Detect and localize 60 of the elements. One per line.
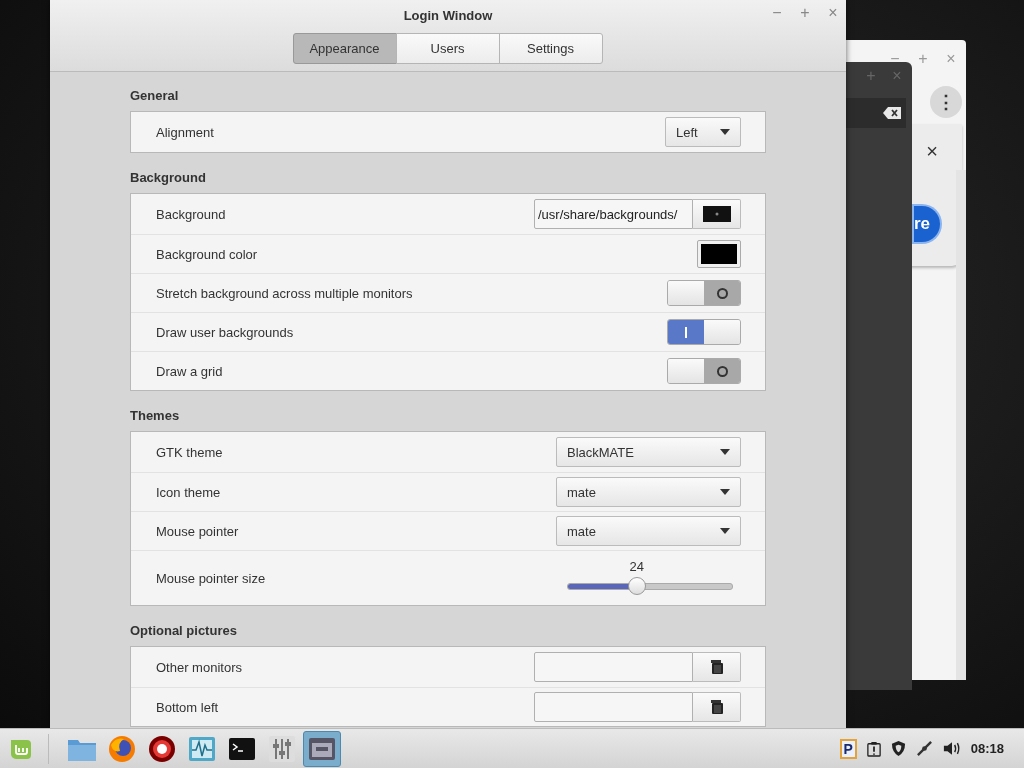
window-title: Login Window bbox=[403, 7, 493, 23]
clock[interactable]: 08:18 bbox=[970, 741, 1004, 756]
setting-label: Icon theme bbox=[156, 484, 221, 500]
tab[interactable]: Users bbox=[395, 33, 500, 64]
close-button[interactable]: × bbox=[926, 140, 938, 163]
terminal-icon bbox=[228, 736, 256, 761]
launcher[interactable] bbox=[303, 730, 341, 767]
file-icon bbox=[709, 700, 724, 714]
toggle-switch[interactable] bbox=[667, 280, 741, 306]
caret-icon bbox=[720, 449, 730, 455]
dropdown[interactable]: mate bbox=[556, 516, 741, 546]
pen-icon[interactable] bbox=[915, 740, 933, 757]
section-title: Optional pictures bbox=[130, 623, 238, 638]
menu-button[interactable]: ⋮ bbox=[930, 86, 962, 118]
file-button[interactable] bbox=[693, 692, 741, 722]
toggle-switch[interactable] bbox=[667, 319, 741, 345]
setting-label: Stretch background across multiple monitors bbox=[156, 285, 413, 301]
section-title: Background bbox=[130, 170, 207, 185]
globe-icon bbox=[108, 734, 136, 763]
slider[interactable] bbox=[567, 577, 733, 595]
file-icon bbox=[709, 660, 724, 674]
setting-label: Background color bbox=[156, 246, 258, 262]
setting-label: Background bbox=[156, 206, 226, 222]
file-button[interactable] bbox=[693, 199, 741, 229]
volume-icon[interactable] bbox=[942, 741, 961, 756]
section-title: Themes bbox=[130, 408, 181, 423]
action-button[interactable]: re bbox=[914, 206, 940, 242]
caret-icon bbox=[720, 528, 730, 534]
section-title: General bbox=[130, 88, 180, 103]
slider-thumb[interactable] bbox=[627, 577, 646, 595]
setting-label: Draw a grid bbox=[156, 363, 223, 379]
setting-label: Bottom left bbox=[156, 699, 219, 715]
setting-label: Alignment bbox=[156, 124, 214, 140]
setting-label: Mouse pointer size bbox=[156, 570, 266, 586]
path-field[interactable] bbox=[534, 652, 693, 682]
path-field[interactable] bbox=[534, 692, 693, 722]
tab[interactable]: Settings bbox=[498, 33, 603, 64]
setting-label: Other monitors bbox=[156, 659, 242, 675]
setting-label: Draw user backgrounds bbox=[156, 324, 294, 340]
scrollbar[interactable] bbox=[956, 170, 966, 680]
dropdown[interactable]: mate bbox=[556, 477, 741, 507]
clear-icon[interactable] bbox=[882, 106, 902, 120]
notice-icon[interactable] bbox=[866, 740, 881, 757]
file-button[interactable] bbox=[693, 652, 741, 682]
caret-icon bbox=[720, 129, 730, 135]
caret-icon bbox=[720, 489, 730, 495]
dropdown[interactable]: Left bbox=[665, 117, 741, 147]
slider-value: 24 bbox=[629, 559, 644, 574]
setting-label: Mouse pointer bbox=[156, 523, 239, 539]
clipboard-badge[interactable]: P bbox=[839, 738, 857, 759]
dropdown[interactable]: BlackMATE bbox=[556, 437, 741, 467]
image-preview-icon bbox=[702, 206, 731, 222]
ring-icon bbox=[148, 734, 176, 763]
waveform-icon bbox=[188, 735, 216, 762]
path-field[interactable]: /usr/share/backgrounds/ bbox=[534, 199, 693, 229]
tab[interactable]: Appearance bbox=[292, 33, 397, 64]
toggle-switch[interactable] bbox=[667, 358, 741, 384]
setting-label: GTK theme bbox=[156, 444, 223, 460]
shield-icon[interactable] bbox=[890, 740, 906, 757]
window-icon bbox=[308, 736, 336, 761]
